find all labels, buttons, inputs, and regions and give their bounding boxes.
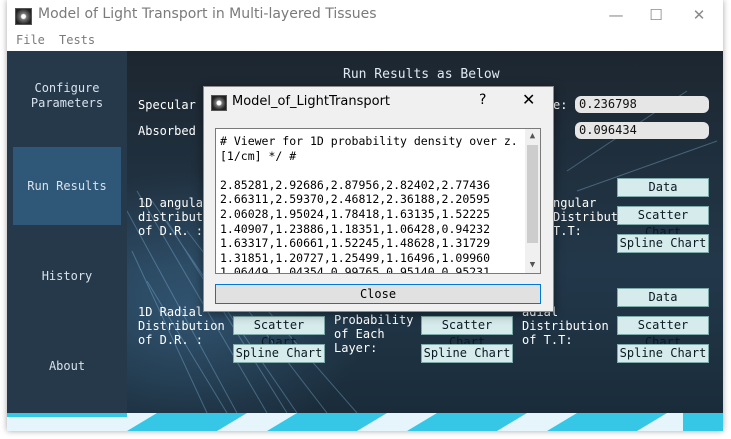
maximize-button[interactable]: ☐ <box>643 4 669 26</box>
tt-radial-data-button[interactable]: Data <box>617 288 709 307</box>
tt-angular-data-button[interactable]: Data <box>617 178 709 197</box>
absorbed-label: Absorbed <box>138 124 196 138</box>
minimize-button[interactable]: — <box>603 4 629 26</box>
menu-bar: File Tests <box>7 31 723 51</box>
nav-configure-parameters[interactable]: Configure Parameters <box>13 81 121 111</box>
value2-field[interactable]: 0.096434 <box>575 122 709 139</box>
dr-angular-label: 1D angula distribut of D.R. : <box>138 196 204 238</box>
specular-label: Specular <box>138 98 196 112</box>
bottom-decoration-strip <box>7 413 723 431</box>
viewer-text: # Viewer for 1D probability density over… <box>220 134 518 274</box>
nav-run-results[interactable]: Run Results <box>13 147 121 225</box>
scroll-down-icon[interactable]: ▼ <box>525 258 540 273</box>
value1-field[interactable]: 0.236798 <box>575 96 709 113</box>
bottom-wave-decoration <box>7 413 723 431</box>
dialog-title: Model_of_LightTransport <box>232 94 391 109</box>
nav-about[interactable]: About <box>13 359 121 374</box>
menu-file[interactable]: File <box>16 33 45 47</box>
probability-spline-button[interactable]: Spline Chart <box>421 344 513 363</box>
tt-angular-scatter-button[interactable]: Scatter Chart <box>617 206 709 239</box>
tt-angular-spline-button[interactable]: Spline Chart <box>617 234 709 253</box>
close-button[interactable]: ✕ <box>686 4 712 26</box>
title-bar: Model of Light Transport in Multi-layere… <box>7 0 723 31</box>
dialog-app-icon <box>211 95 227 111</box>
menu-tests[interactable]: Tests <box>59 33 95 47</box>
close-dialog-button[interactable]: Close <box>215 284 541 304</box>
window-title: Model of Light Transport in Multi-layere… <box>38 6 377 22</box>
sidebar: Configure Parameters Run Results History… <box>7 51 127 413</box>
dr-radial-scatter-button[interactable]: Scatter Chart <box>233 316 325 349</box>
dr-radial-spline-button[interactable]: Spline Chart <box>233 344 325 363</box>
help-button[interactable]: ? <box>479 92 486 108</box>
tt-radial-scatter-button[interactable]: Scatter Chart <box>617 316 709 349</box>
nav-history[interactable]: History <box>13 269 121 284</box>
value1-label: e: <box>553 98 568 112</box>
scroll-thumb[interactable] <box>527 145 538 243</box>
viewer-dialog: Model_of_LightTransport ? ✕ # Viewer for… <box>203 86 554 312</box>
scroll-up-icon[interactable]: ▲ <box>525 129 540 144</box>
probability-scatter-button[interactable]: Scatter Chart <box>421 316 513 349</box>
dialog-close-icon[interactable]: ✕ <box>522 90 535 109</box>
app-icon <box>15 8 32 25</box>
tt-radial-spline-button[interactable]: Spline Chart <box>617 344 709 363</box>
viewer-text-area[interactable]: # Viewer for 1D probability density over… <box>215 128 541 274</box>
probability-label: Probability of Each Layer: <box>334 313 414 355</box>
page-heading: Run Results as Below <box>343 67 500 82</box>
vertical-scrollbar[interactable]: ▲ ▼ <box>525 129 540 273</box>
